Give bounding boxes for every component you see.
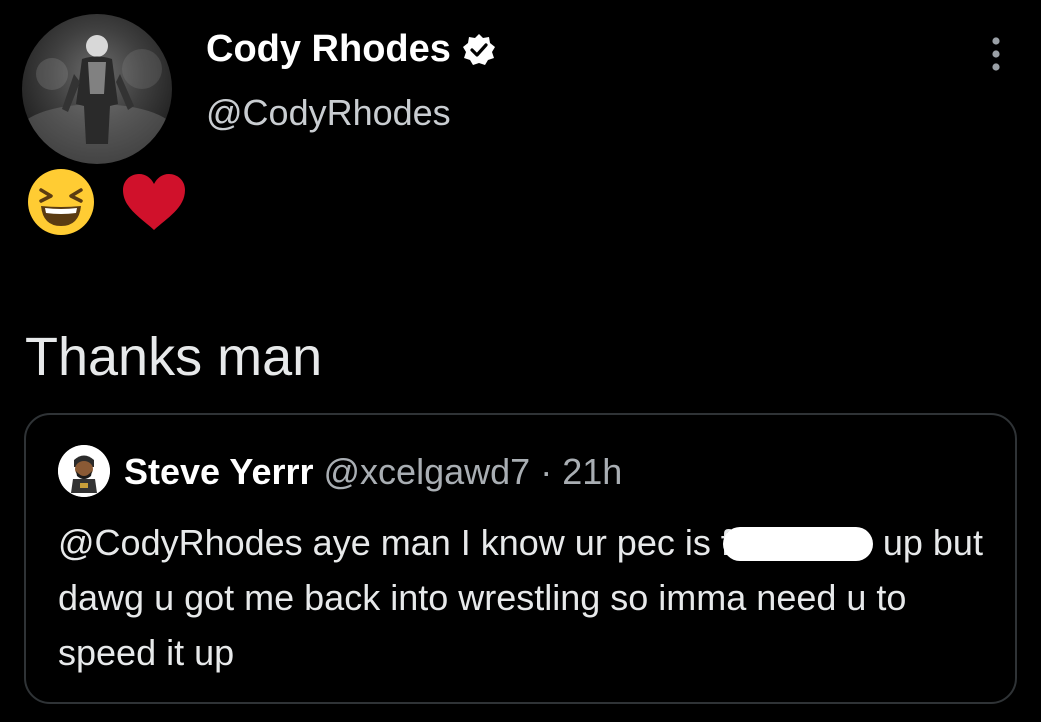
author-display-name-text: Cody Rhodes	[206, 28, 451, 70]
avatar-photo-icon	[22, 35, 172, 164]
tweet-text: Thanks man	[25, 327, 323, 387]
author-display-name[interactable]: Cody Rhodes	[206, 28, 497, 71]
emoji-row	[27, 168, 187, 236]
red-heart-icon	[123, 174, 185, 230]
author-avatar[interactable]	[22, 14, 172, 164]
cartoon-avatar-icon	[58, 445, 110, 497]
quoted-author-avatar[interactable]	[58, 445, 110, 497]
separator-dot: ·	[540, 451, 553, 492]
more-options-icon[interactable]	[984, 34, 1008, 74]
author-handle[interactable]: @CodyRhodes	[206, 92, 451, 134]
verified-badge-icon	[462, 33, 495, 65]
quoted-tweet-timestamp[interactable]: 21h	[562, 451, 622, 492]
quoted-tweet-card[interactable]: Steve Yerrr @xcelgawd7 · 21h @CodyRhodes…	[24, 413, 1017, 704]
quoted-tweet-text: @CodyRhodes aye man I know ur pec is f u…	[58, 515, 998, 680]
redaction-mark	[722, 527, 873, 561]
quoted-author-name[interactable]: Steve Yerrr	[124, 451, 314, 492]
grinning-squinting-face-icon	[28, 169, 94, 235]
quoted-tweet-header: Steve Yerrr @xcelgawd7 · 21h	[124, 451, 622, 493]
quoted-text-part-1: @CodyRhodes aye man I know ur pec is f	[58, 522, 731, 563]
quoted-author-handle[interactable]: @xcelgawd7	[324, 451, 531, 492]
